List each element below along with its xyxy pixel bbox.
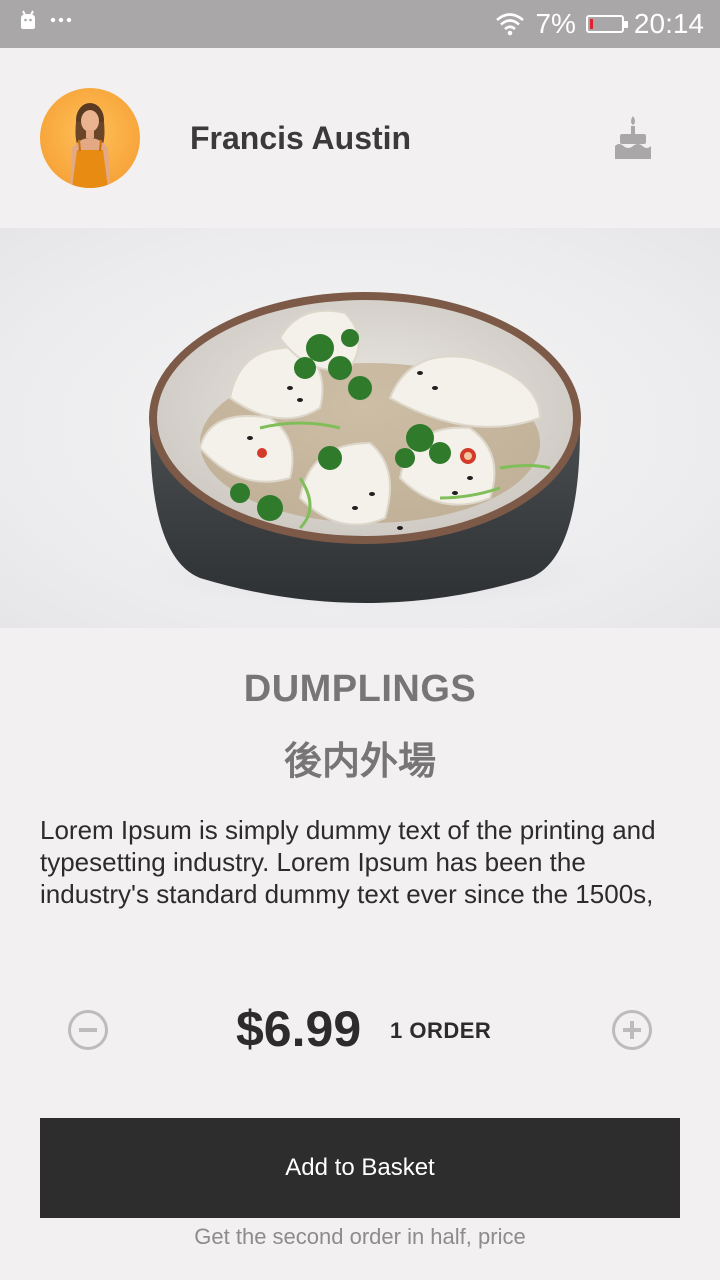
more-dots-icon [50, 17, 72, 23]
clock: 20:14 [633, 8, 704, 39]
status-right-icons: 7% 20:14 [495, 6, 704, 42]
minus-circle-icon[interactable] [68, 1010, 108, 1050]
wifi-icon [496, 13, 525, 36]
android-icon [21, 10, 35, 29]
avatar-figure [70, 103, 110, 188]
profile-header: Francis Austin [0, 48, 720, 228]
status-left-icons [18, 10, 72, 30]
order-quantity-row: $6.99 1 ORDER [0, 990, 720, 1070]
add-to-basket-button[interactable]: Add to Basket [40, 1118, 680, 1218]
avatar[interactable] [40, 88, 140, 188]
dumplings-bowl-illustration [120, 292, 620, 613]
product-description: Lorem Ipsum is simply dummy text of the … [40, 815, 656, 909]
product-subtitle: 後内外場 [283, 741, 436, 783]
order-count: 1 ORDER [390, 1018, 492, 1043]
promo-text: Get the second order in half, price [194, 1224, 526, 1249]
battery-icon [585, 15, 628, 33]
product-image [0, 228, 720, 628]
product-title: DUMPLINGS [243, 668, 477, 710]
price: $6.99 [236, 1001, 362, 1057]
battery-level [589, 19, 593, 29]
plus-circle-icon[interactable] [612, 1010, 652, 1050]
cake-icon[interactable] [614, 114, 652, 160]
status-bar: 7% 20:14 [0, 0, 720, 48]
battery-percent: 7% [535, 8, 576, 39]
user-name: Francis Austin [190, 120, 412, 156]
